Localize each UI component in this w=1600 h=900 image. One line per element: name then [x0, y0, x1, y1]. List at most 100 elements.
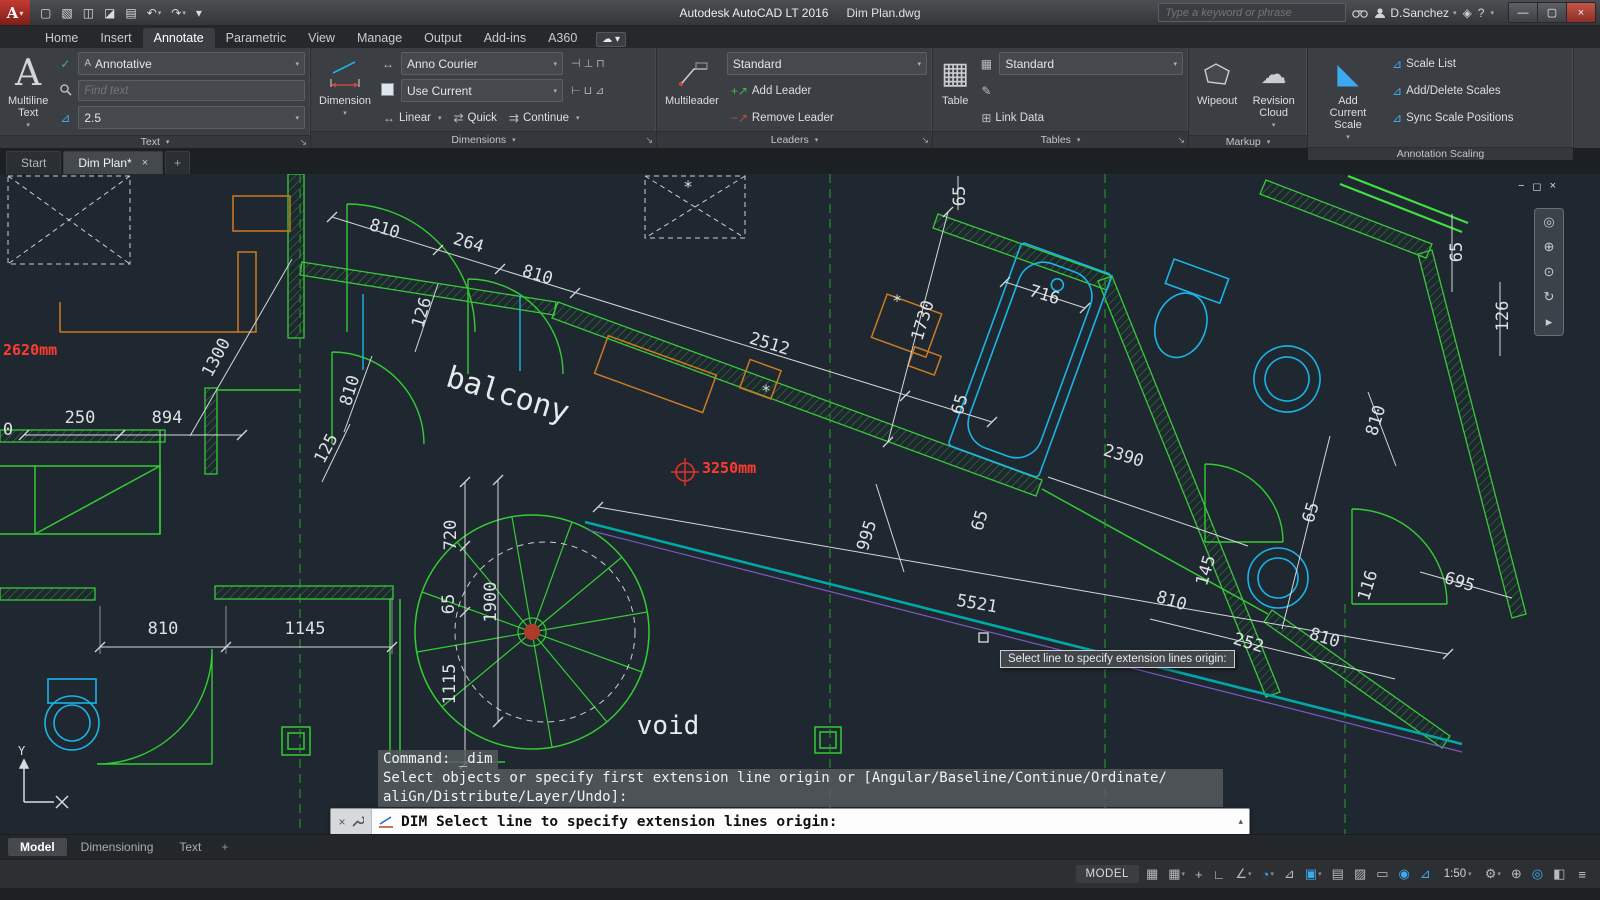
customize-quick-access-icon[interactable]: ▾ [192, 5, 206, 21]
show-motion-icon[interactable]: ▸ [1546, 314, 1553, 330]
polar-tracking-icon[interactable]: ∠▾ [1231, 864, 1255, 884]
open-icon[interactable]: ▧ [57, 5, 76, 21]
annotation-scale-button[interactable]: 1:50▾ [1438, 866, 1478, 882]
sync-scale-positions-button[interactable]: ⊿Sync Scale Positions [1388, 106, 1517, 129]
continue-dimension-button[interactable]: ⇉Continue▾ [505, 106, 584, 129]
redo-icon[interactable]: ↷▾ [167, 5, 190, 21]
panel-label-annotation-scaling[interactable]: Annotation Scaling [1308, 147, 1573, 160]
new-layout-button[interactable]: + [215, 838, 234, 856]
spell-check-icon[interactable]: ✓ [56, 57, 74, 71]
link-data-button[interactable]: ⊞Link Data [977, 106, 1048, 129]
multiline-text-button[interactable]: A MultilineText▾ [5, 51, 51, 134]
new-icon[interactable]: ▢ [36, 5, 55, 21]
object-snap-icon[interactable]: ▣▾ [1301, 864, 1326, 884]
table-button[interactable]: ▦ Table [938, 51, 972, 130]
layout-tab-dimensioning[interactable]: Dimensioning [69, 838, 166, 856]
clean-screen-icon[interactable]: ◧ [1549, 864, 1569, 884]
infer-constraints-icon[interactable]: + [1191, 864, 1207, 884]
save-icon[interactable]: ◫ [79, 5, 98, 21]
text-height-dropdown[interactable]: 2.5▾ [78, 106, 305, 129]
auto-add-scales-icon[interactable]: ⊿ [1416, 864, 1435, 884]
customization-menu-button[interactable]: ≡ [1572, 865, 1592, 884]
add-delete-scales-button[interactable]: ⊿Add/Delete Scales [1388, 79, 1505, 102]
ribbon-tab-parametric[interactable]: Parametric [215, 28, 297, 48]
close-button[interactable]: × [1567, 2, 1596, 23]
dialog-launcher-icon[interactable]: ↘ [299, 137, 307, 148]
transparency-icon[interactable]: ▨ [1350, 864, 1370, 884]
selection-cycling-icon[interactable]: ▭ [1372, 864, 1392, 884]
ortho-icon[interactable]: ∟ [1209, 864, 1230, 884]
panel-label-markup[interactable]: Markup▾ [1189, 135, 1307, 148]
command-history-toggle-icon[interactable]: ▴ [1238, 816, 1243, 827]
ribbon-tab-add-ins[interactable]: Add-ins [473, 28, 537, 48]
table-style-dropdown[interactable]: Standard▾ [999, 52, 1183, 75]
snap-icon[interactable]: ▦▾ [1164, 864, 1189, 884]
dialog-launcher-icon[interactable]: ↘ [1177, 135, 1185, 146]
dim-jog-line-icon[interactable]: ⊓ [596, 57, 605, 70]
drawing-canvas[interactable]: Y balcony void 8102648102512173071665659… [0, 174, 1600, 834]
text-style-dropdown[interactable]: A Annotative▾ [78, 52, 305, 75]
dialog-launcher-icon[interactable]: ↘ [645, 135, 653, 146]
multileader-button[interactable]: Multileader [662, 51, 722, 130]
application-menu-button[interactable]: A▾ [0, 0, 30, 25]
dim-adjust-space-icon[interactable]: ⊥ [584, 57, 594, 70]
scale-list-button[interactable]: ⊿Scale List [1388, 52, 1460, 75]
annotation-monitor-icon[interactable]: ⊕ [1507, 864, 1526, 884]
sign-in-button[interactable]: D.Sanchez▾ [1374, 6, 1456, 20]
add-leader-button[interactable]: +↗Add Leader [727, 79, 816, 102]
a360-cloud-button[interactable]: ☁ ▾ [596, 32, 626, 47]
ribbon-tab-output[interactable]: Output [413, 28, 473, 48]
help-icon[interactable]: ? [1478, 6, 1485, 20]
model-space-toggle[interactable]: MODEL [1076, 865, 1139, 883]
dim-update-icon[interactable]: ⊔ [584, 84, 593, 97]
graphics-performance-icon[interactable]: ◎ [1528, 864, 1547, 884]
ribbon-tab-home[interactable]: Home [34, 28, 89, 48]
revision-cloud-button[interactable]: ☁ Revision Cloud▾ [1245, 51, 1302, 134]
layout-tab-text[interactable]: Text [167, 838, 213, 856]
dialog-launcher-icon[interactable]: ↘ [921, 135, 929, 146]
dim-layer-dropdown[interactable]: Use Current▾ [401, 79, 563, 102]
file-tab-dim-plan[interactable]: Dim Plan*× [63, 151, 163, 174]
dim-break-icon[interactable]: ⊣ [571, 57, 581, 70]
object-snap-tracking-icon[interactable]: ⊿ [1280, 864, 1299, 884]
panel-label-tables[interactable]: Tables▾ ↘ [933, 131, 1188, 148]
layout-tab-model[interactable]: Model [8, 838, 67, 856]
annotation-visibility-icon[interactable]: ◉ [1395, 864, 1414, 884]
close-command-icon[interactable]: × [338, 815, 345, 829]
dim-reassociate-icon[interactable]: ⊿ [595, 84, 604, 97]
ribbon-tab-manage[interactable]: Manage [346, 28, 413, 48]
dim-inspect-icon[interactable]: ⊢ [571, 84, 581, 97]
maximize-button[interactable]: ▢ [1538, 2, 1567, 23]
orbit-icon[interactable]: ↻ [1544, 289, 1555, 305]
undo-icon[interactable]: ↶▾ [143, 5, 166, 21]
exchange-apps-icon[interactable]: ◈ [1463, 6, 1472, 20]
ribbon-tab-a360[interactable]: A360 [537, 28, 588, 48]
dimension-button[interactable]: Dimension▾ [316, 51, 374, 130]
pan-icon[interactable]: ⊕ [1544, 239, 1555, 255]
keyword-search-input[interactable] [1163, 6, 1341, 20]
panel-label-dimensions[interactable]: Dimensions▾ ↘ [311, 131, 656, 148]
customize-command-icon[interactable] [351, 815, 364, 828]
file-tab-start[interactable]: Start [6, 151, 61, 174]
ribbon-tab-insert[interactable]: Insert [89, 28, 142, 48]
plot-icon[interactable]: ▤ [121, 5, 140, 21]
table-cell-edit-icon[interactable]: ✎ [977, 84, 995, 98]
ribbon-tab-view[interactable]: View [297, 28, 346, 48]
dim-style-dropdown[interactable]: Anno Courier▾ [401, 52, 563, 75]
save-as-icon[interactable]: ◪ [100, 5, 119, 21]
lineweight-icon[interactable]: ▤ [1328, 864, 1348, 884]
wipeout-button[interactable]: Wipeout [1194, 51, 1240, 134]
workspace-switching-icon[interactable]: ⚙▾ [1481, 864, 1505, 884]
viewport-close-icon[interactable]: × [1550, 180, 1556, 193]
isodraft-icon[interactable]: ◔▾ [1258, 864, 1278, 884]
remove-leader-button[interactable]: −↗Remove Leader [727, 106, 838, 129]
help-search-box[interactable] [1158, 3, 1346, 22]
navigation-wheel-icon[interactable]: ◎ [1543, 214, 1554, 230]
add-current-scale-button[interactable]: ◣ AddCurrent Scale▾ [1313, 51, 1383, 146]
help-caret-icon[interactable]: ▾ [1490, 9, 1494, 17]
ribbon-tab-annotate[interactable]: Annotate [143, 28, 215, 48]
viewport-restore-icon[interactable]: ◻ [1532, 180, 1541, 193]
find-text-input[interactable] [78, 80, 305, 101]
grid-icon[interactable]: ▦ [1142, 864, 1162, 884]
linear-dimension-button[interactable]: ↔Linear▾ [379, 106, 445, 129]
